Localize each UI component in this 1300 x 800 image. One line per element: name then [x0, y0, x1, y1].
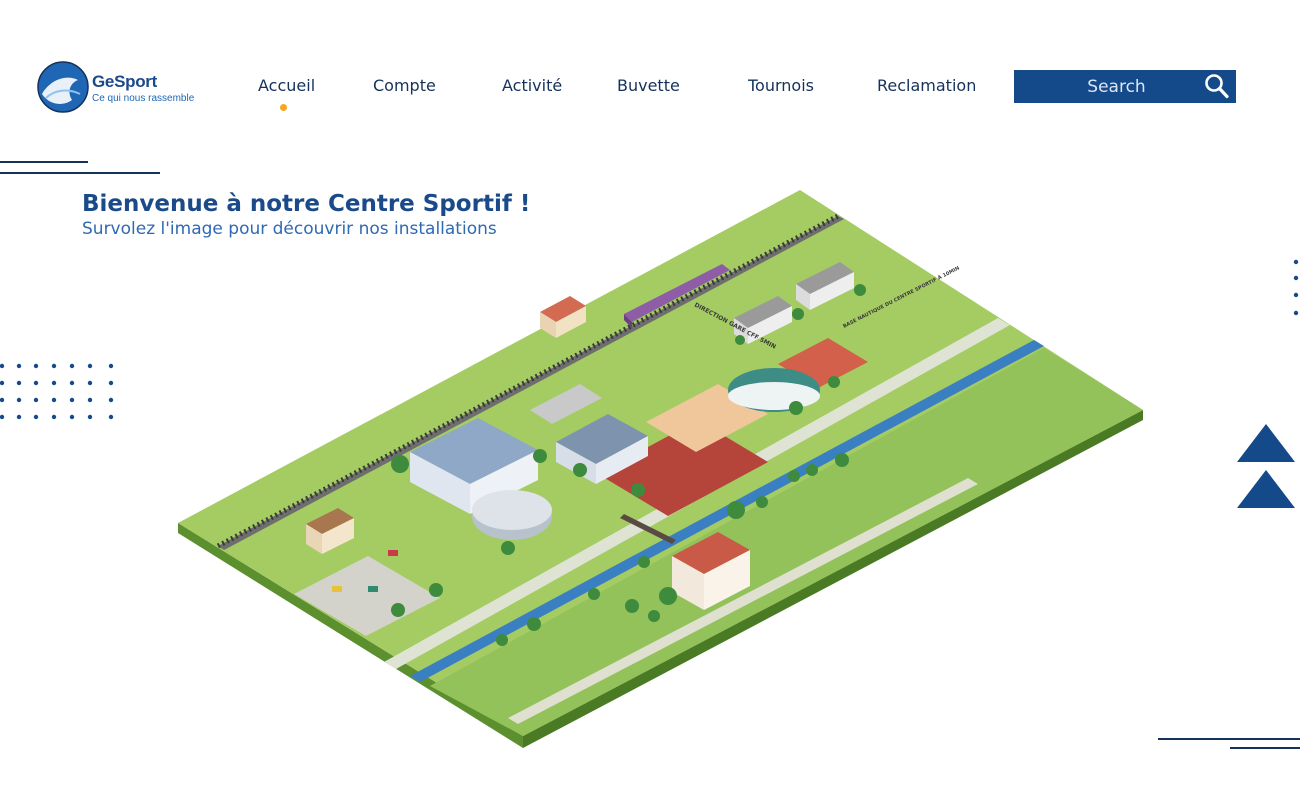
active-nav-indicator [280, 104, 287, 111]
decorative-dot-grid [0, 363, 114, 420]
decorative-line [0, 172, 160, 174]
logo-wave-icon [37, 61, 89, 113]
search-input[interactable] [1014, 70, 1219, 103]
search-icon [1205, 74, 1229, 99]
gesport-logo[interactable]: GeSport Ce qui nous rassemble [36, 60, 216, 116]
decorative-dot-column [1293, 259, 1299, 316]
triangle-icon [1237, 424, 1295, 462]
nav-item-tournois[interactable]: Tournois [748, 76, 814, 95]
nav-item-activite[interactable]: Activité [502, 76, 562, 95]
logo-brand-name: GeSport [92, 72, 157, 91]
logo-tagline: Ce qui nous rassemble [92, 93, 195, 104]
decorative-line [1230, 747, 1300, 749]
decorative-line [0, 161, 88, 163]
nav-item-reclamation[interactable]: Reclamation [877, 76, 976, 95]
search-button[interactable] [1204, 73, 1230, 100]
nav-item-buvette[interactable]: Buvette [617, 76, 680, 95]
decorative-line [1158, 738, 1300, 740]
nav-item-accueil[interactable]: Accueil [258, 76, 315, 95]
search-bar [1014, 70, 1236, 103]
triangle-icon [1237, 470, 1295, 508]
nav-item-compte[interactable]: Compte [373, 76, 436, 95]
sports-center-map[interactable]: DIRECTION GARE CFF 5MIN BASE NAUTIQUE DU… [178, 188, 1146, 748]
